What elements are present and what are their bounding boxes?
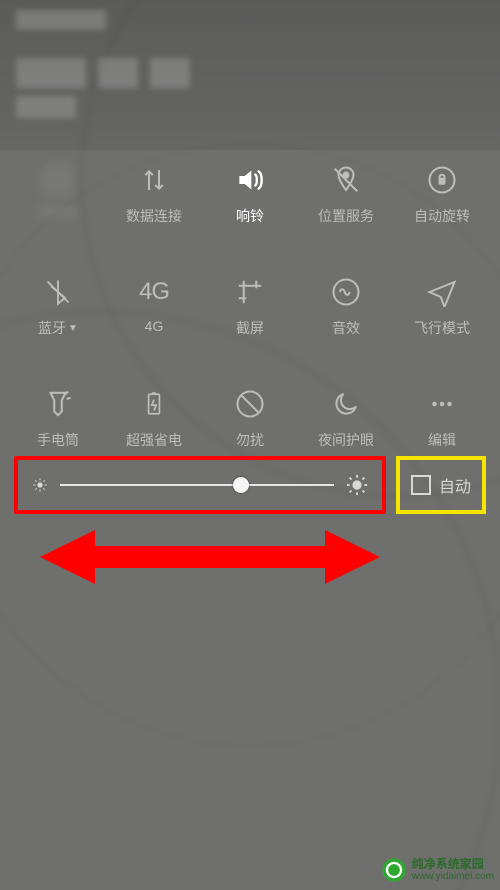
moon-icon	[331, 384, 361, 424]
tile-label: 飞行模式	[414, 318, 470, 338]
tile-label: 超强省电	[126, 430, 182, 450]
airplane-icon	[427, 272, 457, 312]
screenshot-icon	[235, 272, 265, 312]
brightness-slider-thumb[interactable]	[233, 477, 249, 493]
chevron-down-icon: ▼	[68, 323, 78, 334]
4g-icon: 4G	[139, 272, 169, 312]
bluetooth-off-icon	[44, 272, 72, 312]
annotation-arrow	[40, 522, 380, 592]
volume-icon	[234, 160, 266, 200]
tile-mobile-data[interactable]: 数据连接	[106, 160, 202, 250]
battery-saver-icon	[141, 384, 167, 424]
tile-location[interactable]: 位置服务	[298, 160, 394, 250]
tile-label: 数据连接	[126, 206, 182, 226]
brightness-slider[interactable]	[60, 484, 334, 486]
watermark-logo-icon	[380, 856, 408, 884]
dnd-icon	[235, 384, 265, 424]
mobile-data-icon	[139, 160, 169, 200]
watermark-title: 纯净系统家园	[412, 858, 494, 871]
flashlight-icon	[43, 384, 73, 424]
tile-label: 手电筒	[37, 430, 79, 450]
tile-label: 自动旋转	[414, 206, 470, 226]
tile-label: 音效	[332, 318, 360, 338]
brightness-high-icon	[346, 474, 368, 496]
tile-label: 截屏	[236, 318, 264, 338]
auto-brightness-label: 自动	[439, 473, 471, 497]
auto-brightness-highlight: 自动	[396, 456, 486, 514]
sound-effects-icon	[331, 272, 361, 312]
tile-ring[interactable]: 响铃	[202, 160, 298, 250]
watermark: 纯净系统家园 www.yidaimei.com	[380, 856, 494, 884]
location-off-icon	[331, 160, 361, 200]
tile-4g[interactable]: 4G 4G	[106, 272, 202, 362]
brightness-low-icon	[32, 477, 48, 493]
tile-label: 编辑	[428, 430, 456, 450]
tile-label: 位置服务	[318, 206, 374, 226]
tile-bluetooth[interactable]: 蓝牙▼	[10, 272, 106, 362]
more-icon	[427, 384, 457, 424]
tile-label: 响铃	[236, 206, 264, 226]
brightness-slider-highlight	[14, 456, 386, 514]
tile-label: 蓝牙▼	[38, 318, 78, 338]
status-bar	[0, 0, 500, 150]
tile-sound-effects[interactable]: 音效	[298, 272, 394, 362]
tile-screenshot[interactable]: 截屏	[202, 272, 298, 362]
lock-rotate-icon	[427, 160, 457, 200]
quick-settings-grid: 数据连接 响铃 位置服务 自	[0, 150, 500, 474]
auto-brightness-checkbox[interactable]	[411, 475, 431, 495]
tile-label: 勿扰	[236, 430, 264, 450]
wifi-icon	[42, 160, 74, 200]
tile-wifi[interactable]	[10, 160, 106, 250]
tile-label: 4G	[145, 318, 164, 334]
watermark-url: www.yidaimei.com	[412, 871, 494, 882]
brightness-row: 自动	[0, 456, 500, 514]
tile-auto-rotate[interactable]: 自动旋转	[394, 160, 490, 250]
tile-airplane[interactable]: 飞行模式	[394, 272, 490, 362]
tile-label: 夜间护眼	[318, 430, 374, 450]
